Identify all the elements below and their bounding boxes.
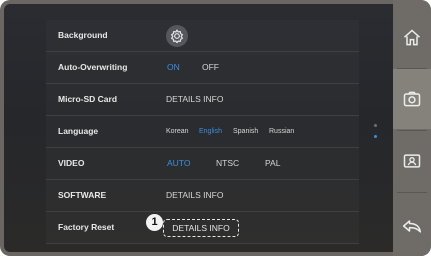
camera-settings-icon — [403, 91, 421, 107]
setting-label-background: Background — [58, 30, 108, 40]
page-dot-current — [374, 135, 377, 138]
home-icon — [404, 29, 420, 46]
video-option-auto[interactable]: AUTO — [167, 148, 190, 179]
micro-sd-details-button[interactable]: DETAILS INFO — [166, 84, 223, 115]
language-option-korean[interactable]: Korean — [166, 116, 189, 147]
auto-overwriting-on-option[interactable]: ON — [167, 52, 180, 83]
video-option-ntsc[interactable]: NTSC — [216, 148, 239, 179]
setting-label-software: SOFTWARE — [58, 190, 107, 200]
setting-label-auto-overwriting: Auto-Overwriting — [58, 62, 128, 72]
back-arrow-icon — [402, 220, 422, 233]
language-option-english[interactable]: English — [199, 116, 222, 147]
sidebar-back-button[interactable] — [393, 196, 431, 256]
sidebar-contacts-button[interactable] — [393, 131, 431, 191]
setting-label-language: Language — [58, 126, 99, 136]
right-sidebar — [393, 0, 431, 256]
page-dot — [374, 124, 377, 127]
setting-row-micro-sd: Micro-SD Card DETAILS INFO — [46, 84, 359, 116]
device-frame: Background Auto-Overwriting ON OFF Micro… — [0, 0, 431, 256]
sidebar-camera-settings-button[interactable] — [393, 69, 431, 129]
setting-label-micro-sd: Micro-SD Card — [58, 94, 118, 104]
setting-row-factory-reset: Factory Reset DETAILS INFO — [46, 212, 359, 244]
setting-label-video: VIDEO — [58, 158, 85, 168]
setting-label-factory-reset: Factory Reset — [58, 222, 115, 232]
settings-screen: Background Auto-Overwriting ON OFF Micro… — [4, 4, 393, 252]
sidebar-divider — [397, 192, 427, 193]
software-details-button[interactable]: DETAILS INFO — [166, 180, 223, 211]
background-gear-button[interactable] — [166, 25, 188, 47]
contact-card-icon — [403, 154, 421, 168]
factory-reset-details-button[interactable]: DETAILS INFO — [163, 219, 239, 237]
auto-overwriting-off-option[interactable]: OFF — [202, 52, 219, 83]
gear-icon — [170, 29, 184, 43]
setting-row-auto-overwriting: Auto-Overwriting ON OFF — [46, 52, 359, 84]
video-option-pal[interactable]: PAL — [265, 148, 280, 179]
sidebar-home-button[interactable] — [393, 8, 431, 68]
language-option-russian[interactable]: Russian — [269, 116, 294, 147]
setting-row-language: Language Korean English Spanish Russian — [46, 116, 359, 148]
setting-row-software: SOFTWARE DETAILS INFO — [46, 180, 359, 212]
setting-row-background: Background — [46, 20, 359, 52]
language-option-spanish[interactable]: Spanish — [233, 116, 258, 147]
callout-number-badge: 1 — [146, 214, 163, 231]
setting-row-video: VIDEO AUTO NTSC PAL — [46, 148, 359, 180]
page-indicator — [374, 124, 378, 146]
